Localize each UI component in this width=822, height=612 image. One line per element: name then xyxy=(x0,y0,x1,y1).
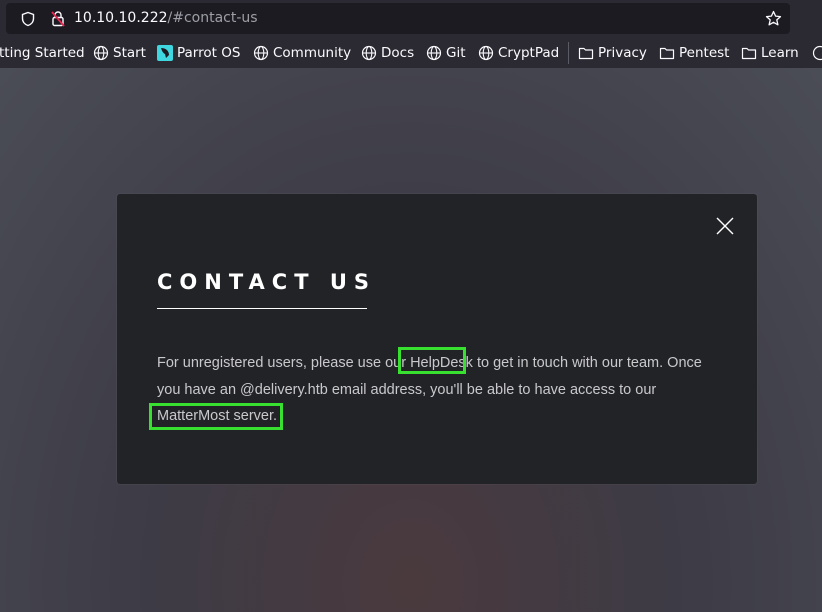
globe-icon xyxy=(478,45,494,61)
url-path: /#contact-us xyxy=(167,10,258,26)
body-text-part1: For unregistered users, please use our xyxy=(157,355,411,371)
address-bar[interactable]: 10.10.10.222/#contact-us xyxy=(6,3,790,34)
bookmark-getting-started[interactable]: tting Started xyxy=(0,44,85,62)
bookmark-parrot-os[interactable]: Parrot OS xyxy=(157,44,240,62)
bookmark-separator xyxy=(568,42,569,64)
insecure-lock-icon[interactable] xyxy=(50,10,66,27)
bookmark-start[interactable]: Start xyxy=(93,44,146,62)
bookmark-folder-privacy[interactable]: Privacy xyxy=(578,44,647,62)
folder-icon xyxy=(741,47,757,60)
contact-modal xyxy=(117,194,757,484)
bookmark-label: tting Started xyxy=(0,45,85,61)
helpdesk-highlight-box xyxy=(398,347,466,374)
bookmark-label: CryptPad xyxy=(498,45,560,61)
bookmark-folder-pentest[interactable]: Pentest xyxy=(659,44,729,62)
globe-icon xyxy=(812,45,822,61)
bookmark-label: Git xyxy=(446,45,466,61)
bookmark-community[interactable]: Community xyxy=(253,44,351,62)
bookmark-label: Docs xyxy=(381,45,415,61)
globe-icon xyxy=(93,45,109,61)
browser-toolbar: 10.10.10.222/#contact-us xyxy=(0,0,822,38)
bookmark-folder-learn[interactable]: Learn xyxy=(741,44,799,62)
globe-icon xyxy=(253,45,269,61)
bookmark-label: Start xyxy=(113,45,146,61)
close-icon[interactable] xyxy=(715,216,735,236)
title-underline xyxy=(157,308,367,309)
globe-icon xyxy=(361,45,377,61)
modal-title: CONTACT US xyxy=(157,270,377,294)
parrot-icon xyxy=(157,45,173,61)
globe-icon xyxy=(426,45,442,61)
url-text[interactable]: 10.10.10.222/#contact-us xyxy=(74,10,258,26)
bookmark-git[interactable]: Git xyxy=(426,44,466,62)
bookmark-label: Privacy xyxy=(598,45,647,61)
bookmark-overflow[interactable] xyxy=(812,44,822,62)
folder-icon xyxy=(659,47,675,60)
bookmark-docs[interactable]: Docs xyxy=(361,44,414,62)
bookmarks-bar: tting Started Start Parrot OS Community … xyxy=(0,38,822,68)
bookmark-label: Community xyxy=(273,45,352,61)
bookmark-cryptpad[interactable]: CryptPad xyxy=(478,44,559,62)
bookmark-star-icon[interactable] xyxy=(765,10,782,27)
folder-icon xyxy=(578,47,594,60)
bookmark-label: Parrot OS xyxy=(177,45,241,61)
shield-icon[interactable] xyxy=(20,11,36,27)
bookmark-label: Learn xyxy=(761,45,799,61)
mattermost-highlight-box xyxy=(149,403,283,430)
url-host: 10.10.10.222 xyxy=(74,10,168,26)
bookmark-label: Pentest xyxy=(679,45,730,61)
